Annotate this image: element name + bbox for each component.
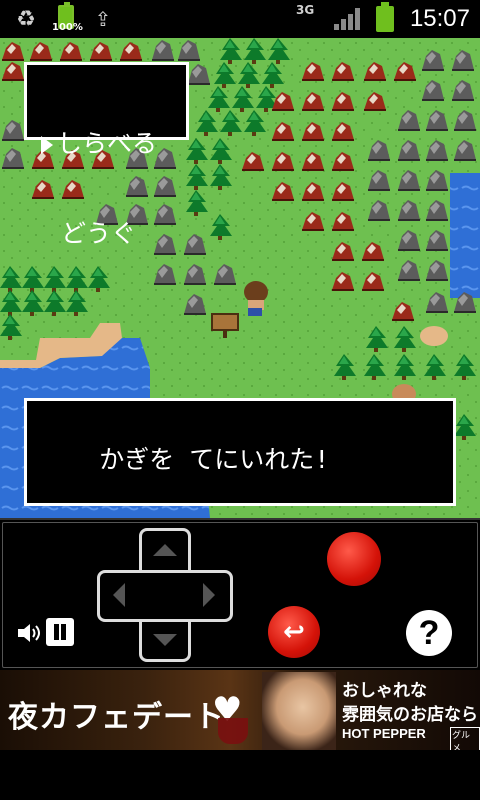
menu-item-search-label: しらべる (57, 129, 158, 158)
action-button[interactable] (327, 532, 381, 586)
battery-percent: 100% (52, 22, 83, 33)
command-menu[interactable]: しらべる どうぐ (24, 62, 189, 248)
controller-panel: ↩ ? (0, 518, 480, 670)
help-button[interactable]: ? (406, 610, 452, 656)
sound-icon[interactable] (16, 622, 42, 644)
clock: 15:07 (409, 5, 470, 32)
ad-line2: 雰囲気のお店なら (342, 705, 478, 725)
bottom-bar (0, 750, 480, 800)
help-icon: ? (418, 613, 440, 652)
ad-brand: HOT PEPPER (342, 726, 426, 741)
status-bar: ♻ 100% ⇪ 3G 15:07 (0, 0, 480, 38)
menu-item-search[interactable]: しらべる (41, 129, 186, 159)
network-type: 3G (296, 3, 315, 17)
dpad-down-icon[interactable] (153, 634, 177, 646)
dpad-left-icon[interactable] (113, 583, 125, 607)
controller-frame (2, 522, 478, 668)
back-icon: ↩ (283, 617, 305, 647)
battery-full-icon (376, 2, 394, 32)
wine-glass-icon (218, 718, 248, 744)
menu-item-items-label: どうぐ (61, 219, 137, 248)
message-window[interactable]: かぎを てにいれた! (24, 398, 456, 506)
signal-icon (334, 8, 360, 30)
ad-brand-sub: グルメ (450, 727, 480, 750)
recycle-icon: ♻ (16, 6, 36, 32)
message-text: かぎを てにいれた! (99, 445, 330, 474)
dpad-right-icon[interactable] (203, 583, 215, 607)
cursor-icon (41, 136, 53, 154)
ad-headline: 夜カフェデート (8, 700, 225, 735)
ad-line1: おしゃれな (342, 681, 427, 701)
ad-photo (262, 672, 336, 750)
pause-button[interactable] (46, 618, 74, 646)
dpad-up-icon[interactable] (153, 544, 177, 556)
game-screen[interactable]: しらべる どうぐ かぎを てにいれた! (0, 38, 480, 518)
ad-banner[interactable]: 夜カフェデート ♥ おしゃれな 雰囲気のお店なら HOT PEPPER グルメ (0, 670, 480, 750)
back-button[interactable]: ↩ (268, 606, 320, 658)
usb-icon: ⇪ (94, 7, 112, 31)
menu-item-items[interactable]: どうぐ (41, 219, 186, 249)
dpad[interactable] (97, 528, 233, 662)
